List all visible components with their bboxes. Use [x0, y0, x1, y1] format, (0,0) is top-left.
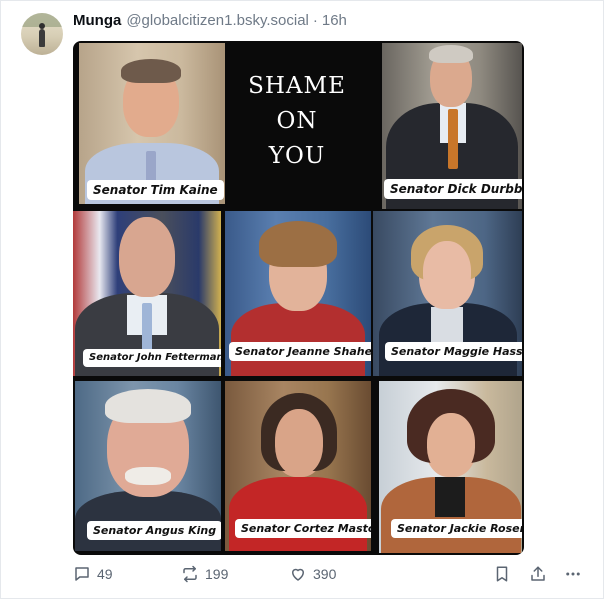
label-shaheen: Senator Jeanne Shaheen: [229, 342, 371, 362]
more-options-button[interactable]: [563, 565, 583, 583]
like-icon: [292, 568, 304, 581]
photo-tile-rosen: Senator Jackie Rosen: [379, 381, 522, 553]
author-handle[interactable]: @globalcitizen1.bsky.social: [126, 12, 309, 29]
author-name[interactable]: Munga: [73, 12, 121, 29]
shame-line-1: SHAME: [248, 73, 346, 99]
bookmark-icon: [496, 566, 508, 582]
share-button[interactable]: [529, 565, 547, 583]
label-masto: Senator Cortez Masto: [235, 519, 371, 539]
repost-icon: [183, 565, 197, 583]
photo-tile-fetterman: Senator John Fetterman: [73, 211, 221, 376]
reply-button[interactable]: 49: [73, 565, 113, 583]
photo-tile-hassan: Senator Maggie Hassan: [373, 211, 522, 376]
photo-tile-durbin: Senator Dick Durbbin: [382, 43, 522, 209]
more-icon: [566, 572, 580, 576]
repost-count: 199: [205, 566, 229, 582]
label-rosen: Senator Jackie Rosen: [391, 519, 522, 539]
post-actions: 49 199 390: [73, 565, 593, 589]
reply-icon: [75, 567, 89, 581]
label-durbin: Senator Dick Durbbin: [384, 179, 522, 200]
label-kaine: Senator Tim Kaine: [87, 180, 224, 201]
photo-tile-masto: Senator Cortez Masto: [225, 381, 371, 551]
separator-dot: ·: [312, 12, 318, 29]
reply-count: 49: [97, 566, 113, 582]
post-image[interactable]: Senator Tim Kaine SHAME ON YOU Senator D…: [73, 41, 524, 555]
post-card[interactable]: Munga @globalcitizen1.bsky.social · 16h …: [0, 0, 604, 599]
photo-tile-shaheen: Senator Jeanne Shaheen: [225, 211, 371, 376]
label-hassan: Senator Maggie Hassan: [385, 342, 522, 362]
bookmark-button[interactable]: [493, 565, 511, 583]
post-time[interactable]: 16h: [322, 12, 347, 29]
shame-on-you-text: SHAME ON YOU: [223, 69, 371, 174]
photo-tile-king: Senator Angus King: [75, 381, 221, 551]
author-avatar[interactable]: [21, 13, 63, 55]
share-icon: [531, 566, 545, 581]
like-button[interactable]: 390: [289, 565, 336, 583]
photo-tile-kaine: Senator Tim Kaine: [79, 43, 225, 204]
label-fetterman: Senator John Fetterman: [83, 349, 221, 367]
like-count: 390: [313, 566, 337, 582]
label-king: Senator Angus King: [87, 521, 221, 541]
shame-line-2: ON: [276, 108, 318, 134]
repost-button[interactable]: 199: [181, 565, 228, 583]
shame-line-3: YOU: [268, 143, 326, 169]
post-header: Munga @globalcitizen1.bsky.social · 16h: [73, 12, 347, 29]
